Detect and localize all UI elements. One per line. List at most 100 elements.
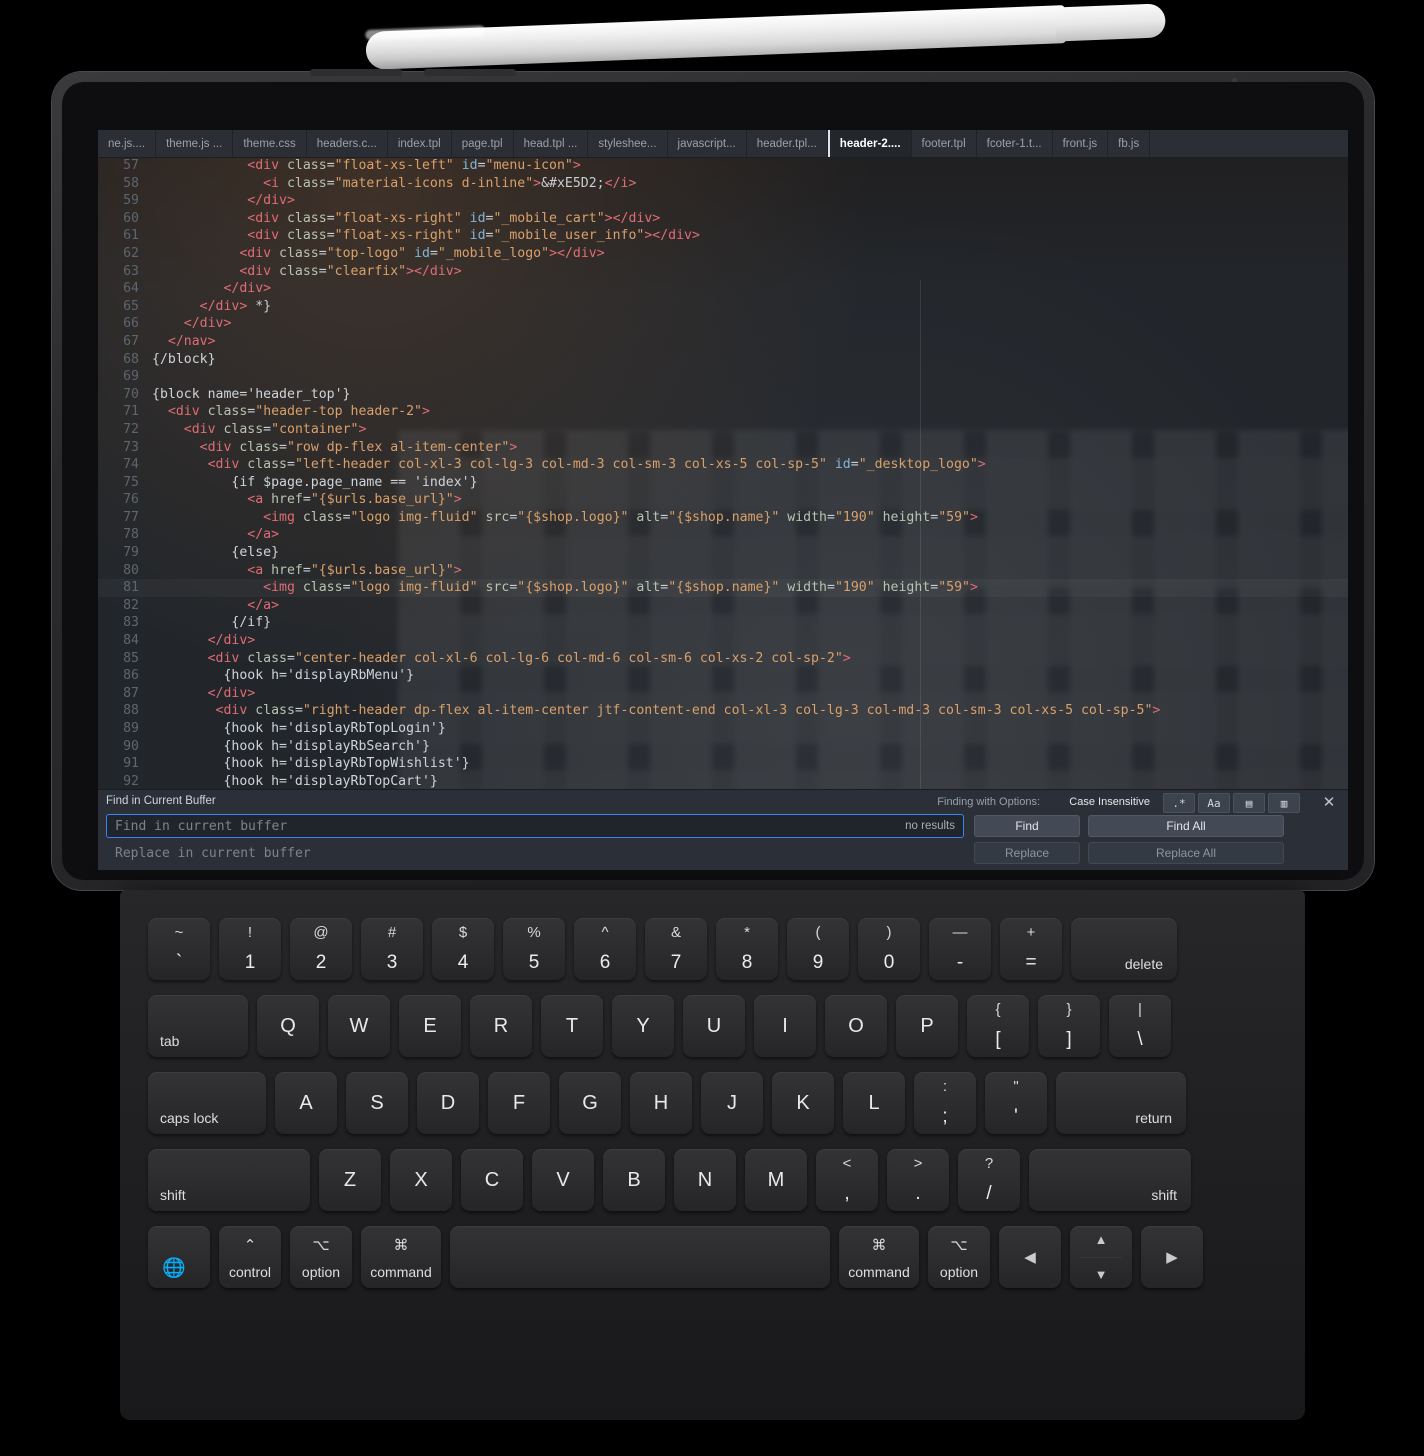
key-control[interactable]: ⌃ control [219,1226,281,1288]
code-line[interactable]: 69 [98,368,1348,386]
find-replace-panel[interactable]: Find in Current Buffer Finding with Opti… [98,789,1348,870]
key-r[interactable]: R [470,995,532,1057]
editor-tab-10[interactable]: header-2.... [827,130,912,157]
key-tilde-backtick[interactable]: ~ ` [148,918,210,980]
key-l[interactable]: L [843,1072,905,1134]
code-line[interactable]: 71 <div class="header-top header-2"> [98,403,1348,421]
key-arrow-up-down[interactable]: ▲ ▼ [1070,1226,1132,1288]
key-9[interactable]: (9 [787,918,849,980]
key-g[interactable]: G [559,1072,621,1134]
volume-down-button[interactable] [424,69,516,76]
key-y[interactable]: Y [612,995,674,1057]
editor-tab-bar[interactable]: ne.js.... theme.js ... theme.css headers.c.… [98,130,1348,158]
editor-tab-6[interactable]: head.tpl ... [513,130,589,157]
replace-input[interactable]: Replace in current buffer [106,841,964,865]
code-line[interactable]: 83 {/if} [98,614,1348,632]
key-space[interactable] [450,1226,830,1288]
key-n[interactable]: N [674,1149,736,1211]
close-icon[interactable]: ✕ [1320,793,1338,811]
editor-tab-0[interactable]: ne.js.... [98,130,157,157]
code-line[interactable]: 91 {hook h='displayRbTopWishlist'} [98,755,1348,773]
code-line[interactable]: 59 </div> [98,192,1348,210]
key-command-left[interactable]: ⌘ command [361,1226,441,1288]
key-b[interactable]: B [603,1149,665,1211]
key-m[interactable]: M [745,1149,807,1211]
editor-tab-3[interactable]: headers.c... [306,130,388,157]
key-d[interactable]: D [417,1072,479,1134]
editor-tab-2[interactable]: theme.css [233,130,307,157]
code-line[interactable]: 76 <a href="{$urls.base_url}"> [98,491,1348,509]
find-input[interactable]: Find in current buffer no results [106,814,964,838]
key-shift-right[interactable]: shift [1029,1149,1191,1211]
code-line[interactable]: 90 {hook h='displayRbSearch'} [98,738,1348,756]
key-e[interactable]: E [399,995,461,1057]
code-line[interactable]: 67 </nav> [98,333,1348,351]
key-w[interactable]: W [328,995,390,1057]
key-8[interactable]: * 8 [716,918,778,980]
code-line[interactable]: 85 <div class="center-header col-xl-6 co… [98,650,1348,668]
key-z[interactable]: Z [319,1149,381,1211]
editor-tab-11[interactable]: footer.tpl [911,130,977,157]
key-5[interactable]: % 5 [503,918,565,980]
editor-tab-14[interactable]: fb.js [1108,130,1151,157]
regex-toggle-icon[interactable]: .* [1163,793,1195,813]
code-line[interactable]: 66 </div> [98,315,1348,333]
key-2[interactable]: @2 [290,918,352,980]
code-line[interactable]: 92 {hook h='displayRbTopCart'} [98,773,1348,791]
key-u[interactable]: U [683,995,745,1057]
code-line[interactable]: 79 {else} [98,544,1348,562]
volume-up-button[interactable] [310,69,402,76]
code-line[interactable]: 78 </a> [98,526,1348,544]
code-line[interactable]: 80 <a href="{$urls.base_url}"> [98,562,1348,580]
key-quote[interactable]: " ' [985,1072,1047,1134]
key-tab[interactable]: tab [148,995,248,1057]
find-all-button[interactable]: Find All [1088,815,1284,837]
key-o[interactable]: O [825,995,887,1057]
code-line[interactable]: 64 </div> [98,280,1348,298]
code-line[interactable]: 72 <div class="container"> [98,421,1348,439]
key-a[interactable]: A [275,1072,337,1134]
key-j[interactable]: J [701,1072,763,1134]
key-4[interactable]: $4 [432,918,494,980]
code-line[interactable]: 68 {/block} [98,351,1348,369]
key-globe[interactable]: 🌐 [148,1226,210,1288]
editor-tab-8[interactable]: javascript... [667,130,747,157]
arrow-up-icon[interactable]: ▲ [1070,1232,1132,1247]
code-editor-pane[interactable]: 57 <div class="float-xs-left" id="menu-i… [98,157,1348,817]
key-1[interactable]: ! 1 [219,918,281,980]
key-t[interactable]: T [541,995,603,1057]
key-option-left[interactable]: ⌥ option [290,1226,352,1288]
key-minus[interactable]: — - [929,918,991,980]
key-comma[interactable]: <, [816,1149,878,1211]
key-bracket-left[interactable]: {[ [967,995,1029,1057]
code-line[interactable]: 89 {hook h='displayRbTopLogin'} [98,720,1348,738]
key-s[interactable]: S [346,1072,408,1134]
keyboard-case[interactable]: ~ `! 1 @2 #3 $4% 5 ^ 6 & 7 * 8(9) 0— - + = delete tab Q W E R T… [120,890,1305,1420]
code-line[interactable]: 60 <div class="float-xs-right" id="_mobi… [98,210,1348,228]
editor-tab-7[interactable]: styleshee... [588,130,668,157]
editor-tab-13[interactable]: front.js [1052,130,1109,157]
code-line[interactable]: 63 <div class="clearfix"></div> [98,263,1348,281]
key-equals[interactable]: + = [1000,918,1062,980]
key-return[interactable]: return [1056,1072,1186,1134]
key-bracket-right[interactable]: }] [1038,995,1100,1057]
editor-tab-4[interactable]: index.tpl [387,130,452,157]
key-delete[interactable]: delete [1071,918,1177,980]
key-backslash[interactable]: | \ [1109,995,1171,1057]
in-selection-toggle-icon[interactable]: ▥ [1268,793,1300,813]
key-caps-lock[interactable]: caps lock [148,1072,266,1134]
replace-button[interactable]: Replace [974,842,1080,864]
code-line[interactable]: 57 <div class="float-xs-left" id="menu-i… [98,157,1348,175]
code-line[interactable]: 81 <img class="logo img-fluid" src="{$sh… [98,579,1348,597]
replace-all-button[interactable]: Replace All [1088,842,1284,864]
key-slash[interactable]: ? / [958,1149,1020,1211]
code-line[interactable]: 62 <div class="top-logo" id="_mobile_log… [98,245,1348,263]
code-line[interactable]: 74 <div class="left-header col-xl-3 col-… [98,456,1348,474]
code-line[interactable]: 70 {block name='header_top'} [98,386,1348,404]
key-option-right[interactable]: ⌥ option [928,1226,990,1288]
editor-tab-9[interactable]: header.tpl... [746,130,828,157]
key-6[interactable]: ^ 6 [574,918,636,980]
code-line[interactable]: 75 {if $page.page_name == 'index'} [98,474,1348,492]
key-command-right[interactable]: ⌘ command [839,1226,919,1288]
code-line[interactable]: 84 </div> [98,632,1348,650]
